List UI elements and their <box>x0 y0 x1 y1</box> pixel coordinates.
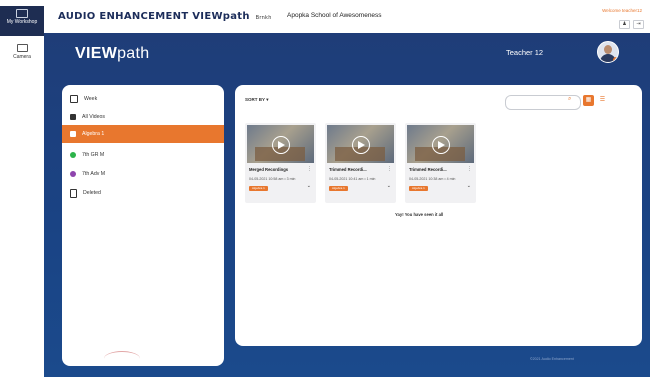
school-name: Apopka School of Awesomeness <box>287 12 382 19</box>
list-icon: ☰ <box>599 97 606 103</box>
sort-label: SORT BY <box>245 97 265 102</box>
grid-icon: ▦ <box>585 97 592 103</box>
chevron-down-icon[interactable]: ⌄ <box>307 183 311 189</box>
class-color-icon <box>70 152 76 158</box>
end-of-list-message: Yay! You have seen it all <box>395 212 444 217</box>
video-title: Trimmed Recordi... <box>409 167 447 172</box>
class-tag: Algebra 1 <box>329 186 348 191</box>
class-tag: Algebra 1 <box>409 186 428 191</box>
user-switch-icon[interactable]: ♟ <box>619 20 630 29</box>
avatar-head <box>604 45 612 54</box>
more-options-icon[interactable]: ⋮ <box>387 166 392 172</box>
sidebar-item-label: 7th Adv M <box>82 171 106 177</box>
sidebar-item-label: Deleted <box>83 190 101 196</box>
logout-icon[interactable]: ⇥ <box>633 20 644 29</box>
video-library-icon <box>70 114 76 120</box>
chevron-down-icon[interactable]: ⌄ <box>467 183 471 189</box>
brand-text: AUDIO ENHANCEMENT VIEWpath <box>58 11 250 22</box>
left-rail: My Workshop Camera <box>0 0 45 377</box>
sidebar-item-algebra-1[interactable]: Algebra 1 <box>62 125 224 143</box>
sidebar-item-label: 7th GR M <box>82 152 105 158</box>
my-workshop-button[interactable]: My Workshop <box>0 6 44 36</box>
sidebar-item-7th-adv-m[interactable]: 7th Adv M <box>62 165 224 183</box>
play-icon[interactable] <box>352 136 370 154</box>
camera-icon <box>16 44 28 52</box>
welcome-text: Welcome teacher12 <box>602 8 642 13</box>
top-actions: ♟ ⇥ <box>619 20 644 29</box>
chevron-down-icon: ▾ <box>266 97 269 102</box>
sidebar-item-all-videos[interactable]: All Videos <box>62 108 224 126</box>
video-thumbnail[interactable] <box>407 125 474 163</box>
video-date: 04-05-2021 10:38 am • 4 min <box>409 177 456 181</box>
camera-label: Camera <box>13 54 31 60</box>
top-bar: AUDIO ENHANCEMENT VIEWpath Brnkh Apopka … <box>44 0 650 34</box>
grid-view-button[interactable]: ▦ <box>583 95 594 106</box>
class-color-icon <box>70 171 76 177</box>
search-icon[interactable]: ⌕ <box>568 96 571 103</box>
sidebar-item-7th-gr-m[interactable]: 7th GR M <box>62 146 224 164</box>
brand-sub: Brnkh <box>255 15 272 21</box>
sidebar-item-label: All Videos <box>82 114 105 120</box>
camera-button[interactable]: Camera <box>0 44 44 60</box>
video-card[interactable]: Trimmed Recordi... ⋮ 04-05-2021 10:38 am… <box>405 123 476 203</box>
video-title: Merged Recordings <box>249 167 289 172</box>
video-card[interactable]: Merged Recordings ⋮ 04-05-2021 10:58 am … <box>245 123 316 203</box>
logo-light: path <box>117 45 150 62</box>
viewpath-logo: VIEWpath <box>75 45 149 63</box>
trash-icon <box>70 188 77 198</box>
footer-copyright: ©2021 Audio Enhancement <box>530 357 574 361</box>
avatar[interactable] <box>597 41 619 63</box>
avatar-status-dot <box>613 57 618 62</box>
calendar-icon <box>70 95 78 103</box>
video-date: 04-05-2021 10:58 am • 3 min <box>249 177 296 181</box>
teacher-name: Teacher 12 <box>506 48 544 57</box>
list-view-button[interactable]: ☰ <box>597 95 608 106</box>
sort-by-dropdown[interactable]: SORT BY ▾ <box>245 97 268 103</box>
play-icon[interactable] <box>272 136 290 154</box>
class-tag: Algebra 1 <box>249 186 268 191</box>
sidebar: Week All Videos Algebra 1 7th GR M 7th A… <box>62 85 224 366</box>
video-thumbnail[interactable] <box>247 125 314 163</box>
workshop-label: My Workshop <box>6 19 38 25</box>
decorative-arc <box>104 351 140 366</box>
play-icon[interactable] <box>432 136 450 154</box>
folder-icon <box>70 131 76 137</box>
video-panel: SORT BY ▾ ⌕ ▦ ☰ Merged Recordings ⋮ 04-0… <box>235 85 642 346</box>
more-options-icon[interactable]: ⋮ <box>467 166 472 172</box>
video-thumbnail[interactable] <box>327 125 394 163</box>
main-area: VIEWpath Teacher 12 Week All Videos Alge… <box>44 33 650 377</box>
more-options-icon[interactable]: ⋮ <box>307 166 312 172</box>
brand-title: AUDIO ENHANCEMENT VIEWpath Brnkh <box>58 11 272 22</box>
video-title: Trimmed Recordi... <box>329 167 367 172</box>
video-date: 04-05-2021 10:41 am • 1 min <box>329 177 376 181</box>
sidebar-item-label: Week <box>84 96 98 102</box>
workshop-icon <box>16 9 28 18</box>
chevron-down-icon[interactable]: ⌄ <box>387 183 391 189</box>
sidebar-item-week[interactable]: Week <box>62 90 224 108</box>
video-card[interactable]: Trimmed Recordi... ⋮ 04-05-2021 10:41 am… <box>325 123 396 203</box>
sidebar-item-label: Algebra 1 <box>82 131 105 137</box>
logo-bold: VIEW <box>75 45 118 62</box>
sidebar-item-deleted[interactable]: Deleted <box>62 184 224 202</box>
